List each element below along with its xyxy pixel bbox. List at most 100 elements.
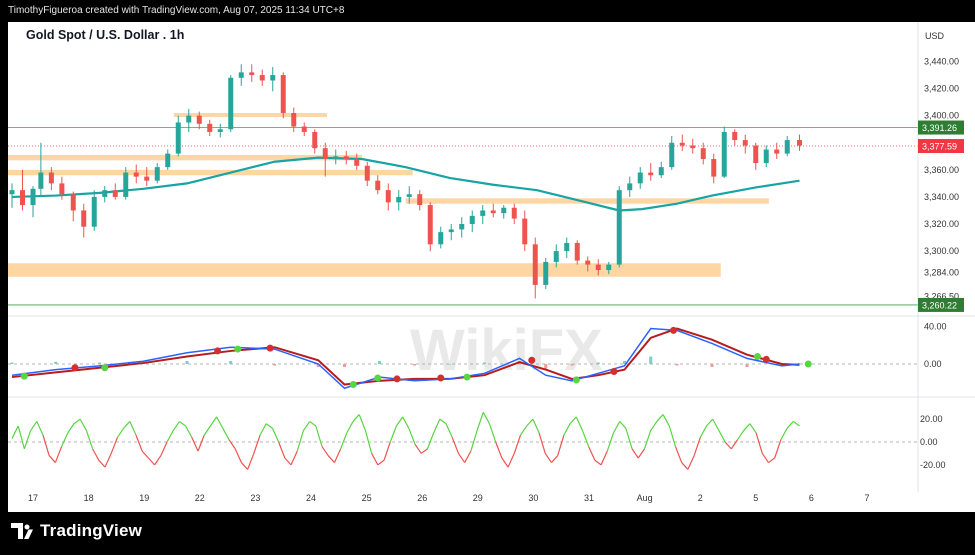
candle-body xyxy=(658,167,664,176)
candle-body xyxy=(679,142,685,146)
time-tick-label: 2 xyxy=(698,493,703,503)
osc-tick-label: 0.00 xyxy=(920,437,938,447)
candle-body xyxy=(249,72,255,76)
macd-tick-label: 40.00 xyxy=(924,322,947,332)
tradingview-logo-icon xyxy=(11,523,33,539)
candle-body xyxy=(522,218,528,245)
price-tick-label: 3,360.00 xyxy=(924,165,959,175)
price-tick-label: 3,420.00 xyxy=(924,84,959,94)
candle-body xyxy=(669,142,675,168)
candle-body xyxy=(711,159,717,177)
time-tick-label: 30 xyxy=(528,493,538,503)
price-tick-label: 3,400.00 xyxy=(924,111,959,121)
candle-body xyxy=(721,131,727,177)
candle-body xyxy=(165,153,171,168)
macd-cross-dot xyxy=(393,375,401,383)
macd-histogram-bar xyxy=(343,364,346,367)
macd-histogram-bar xyxy=(544,364,548,369)
candle-body xyxy=(91,196,97,227)
price-tick-label: 3,440.00 xyxy=(924,57,959,67)
candle-body xyxy=(753,145,759,164)
candle-body xyxy=(217,129,223,132)
candle-body xyxy=(154,167,160,181)
candle-body xyxy=(364,165,370,181)
candle-body xyxy=(648,172,654,176)
macd-cross-dot xyxy=(804,360,812,368)
candle-body xyxy=(501,207,507,214)
price-tick-label: 3,284.00 xyxy=(924,268,959,278)
candle-body xyxy=(196,115,202,124)
time-tick-label: 5 xyxy=(753,493,758,503)
time-tick-label: 17 xyxy=(28,493,38,503)
macd-cross-dot xyxy=(266,344,274,352)
macd-histogram-bar xyxy=(745,364,749,367)
candle-body xyxy=(532,244,538,285)
candle-body xyxy=(186,115,192,123)
macd-cross-dot xyxy=(20,372,28,380)
candle-body xyxy=(175,122,181,154)
macd-histogram-bar xyxy=(675,364,679,366)
candle-body xyxy=(469,215,475,224)
watermark-text: WikiFX xyxy=(410,318,603,383)
macd-histogram-bar xyxy=(570,364,574,366)
candle-body xyxy=(700,148,706,160)
candle-body xyxy=(20,190,25,206)
candle-body xyxy=(553,251,559,262)
macd-histogram-bar xyxy=(448,364,451,365)
zone-4 xyxy=(8,263,721,277)
currency-label: USD xyxy=(925,31,945,41)
candle-body xyxy=(38,172,44,189)
candle-body xyxy=(322,148,328,160)
attribution-bar: TimothyFigueroa created with TradingView… xyxy=(0,0,975,22)
macd-cross-dot xyxy=(754,353,761,361)
macd-histogram-bar xyxy=(54,361,58,364)
candle-body xyxy=(784,140,790,154)
candle-body xyxy=(133,172,139,177)
candle-body xyxy=(543,261,549,285)
candle-body xyxy=(585,260,591,265)
time-tick-label: 19 xyxy=(139,493,149,503)
macd-cross-dot xyxy=(349,381,357,389)
price-tick-label: 3,300.00 xyxy=(924,246,959,256)
candle-body xyxy=(595,264,601,271)
candle-body xyxy=(616,190,622,265)
candle-body xyxy=(375,180,381,191)
time-tick-label: 18 xyxy=(84,493,94,503)
candle-body xyxy=(102,190,108,197)
macd-histogram-bar xyxy=(483,362,486,364)
macd-cross-dot xyxy=(610,367,618,375)
candle-body xyxy=(606,264,612,271)
macd-tick-label: 0.00 xyxy=(924,359,942,369)
candle-body xyxy=(343,156,349,160)
macd-histogram-bar xyxy=(413,364,416,366)
candle-body xyxy=(238,72,244,78)
candle-body xyxy=(774,149,780,154)
macd-histogram-bar xyxy=(596,362,600,364)
price-tick-label: 3,320.00 xyxy=(924,219,959,229)
candle-body xyxy=(480,210,486,216)
time-tick-label: 6 xyxy=(809,493,814,503)
time-tick-label: 25 xyxy=(362,493,372,503)
candle-body xyxy=(112,190,118,197)
attribution-text: TimothyFigueroa created with TradingView… xyxy=(8,5,345,16)
zone-2 xyxy=(8,169,413,176)
macd-cross-dot xyxy=(528,356,536,364)
macd-histogram-bar xyxy=(185,361,189,364)
candle-body xyxy=(333,156,339,160)
macd-cross-dot xyxy=(463,373,471,381)
candle-body xyxy=(48,172,54,184)
price-badge-label: 3,377.59 xyxy=(922,142,957,152)
macd-histogram-bar xyxy=(649,356,653,364)
candle-body xyxy=(511,207,517,219)
candle-body xyxy=(438,232,444,245)
candle-body xyxy=(59,183,65,195)
price-badge-label: 3,391.26 xyxy=(922,123,957,133)
time-tick-label: 22 xyxy=(195,493,205,503)
candle-body xyxy=(291,112,297,127)
watermark: WikiFX xyxy=(410,318,603,383)
chart-canvas[interactable]: WikiFX 3,440.003,420.003,400.003,380.003… xyxy=(0,22,975,512)
candle-body xyxy=(742,140,748,146)
candle-body xyxy=(417,194,423,206)
macd-cross-dot xyxy=(437,374,445,382)
macd-cross-dot xyxy=(374,374,382,382)
